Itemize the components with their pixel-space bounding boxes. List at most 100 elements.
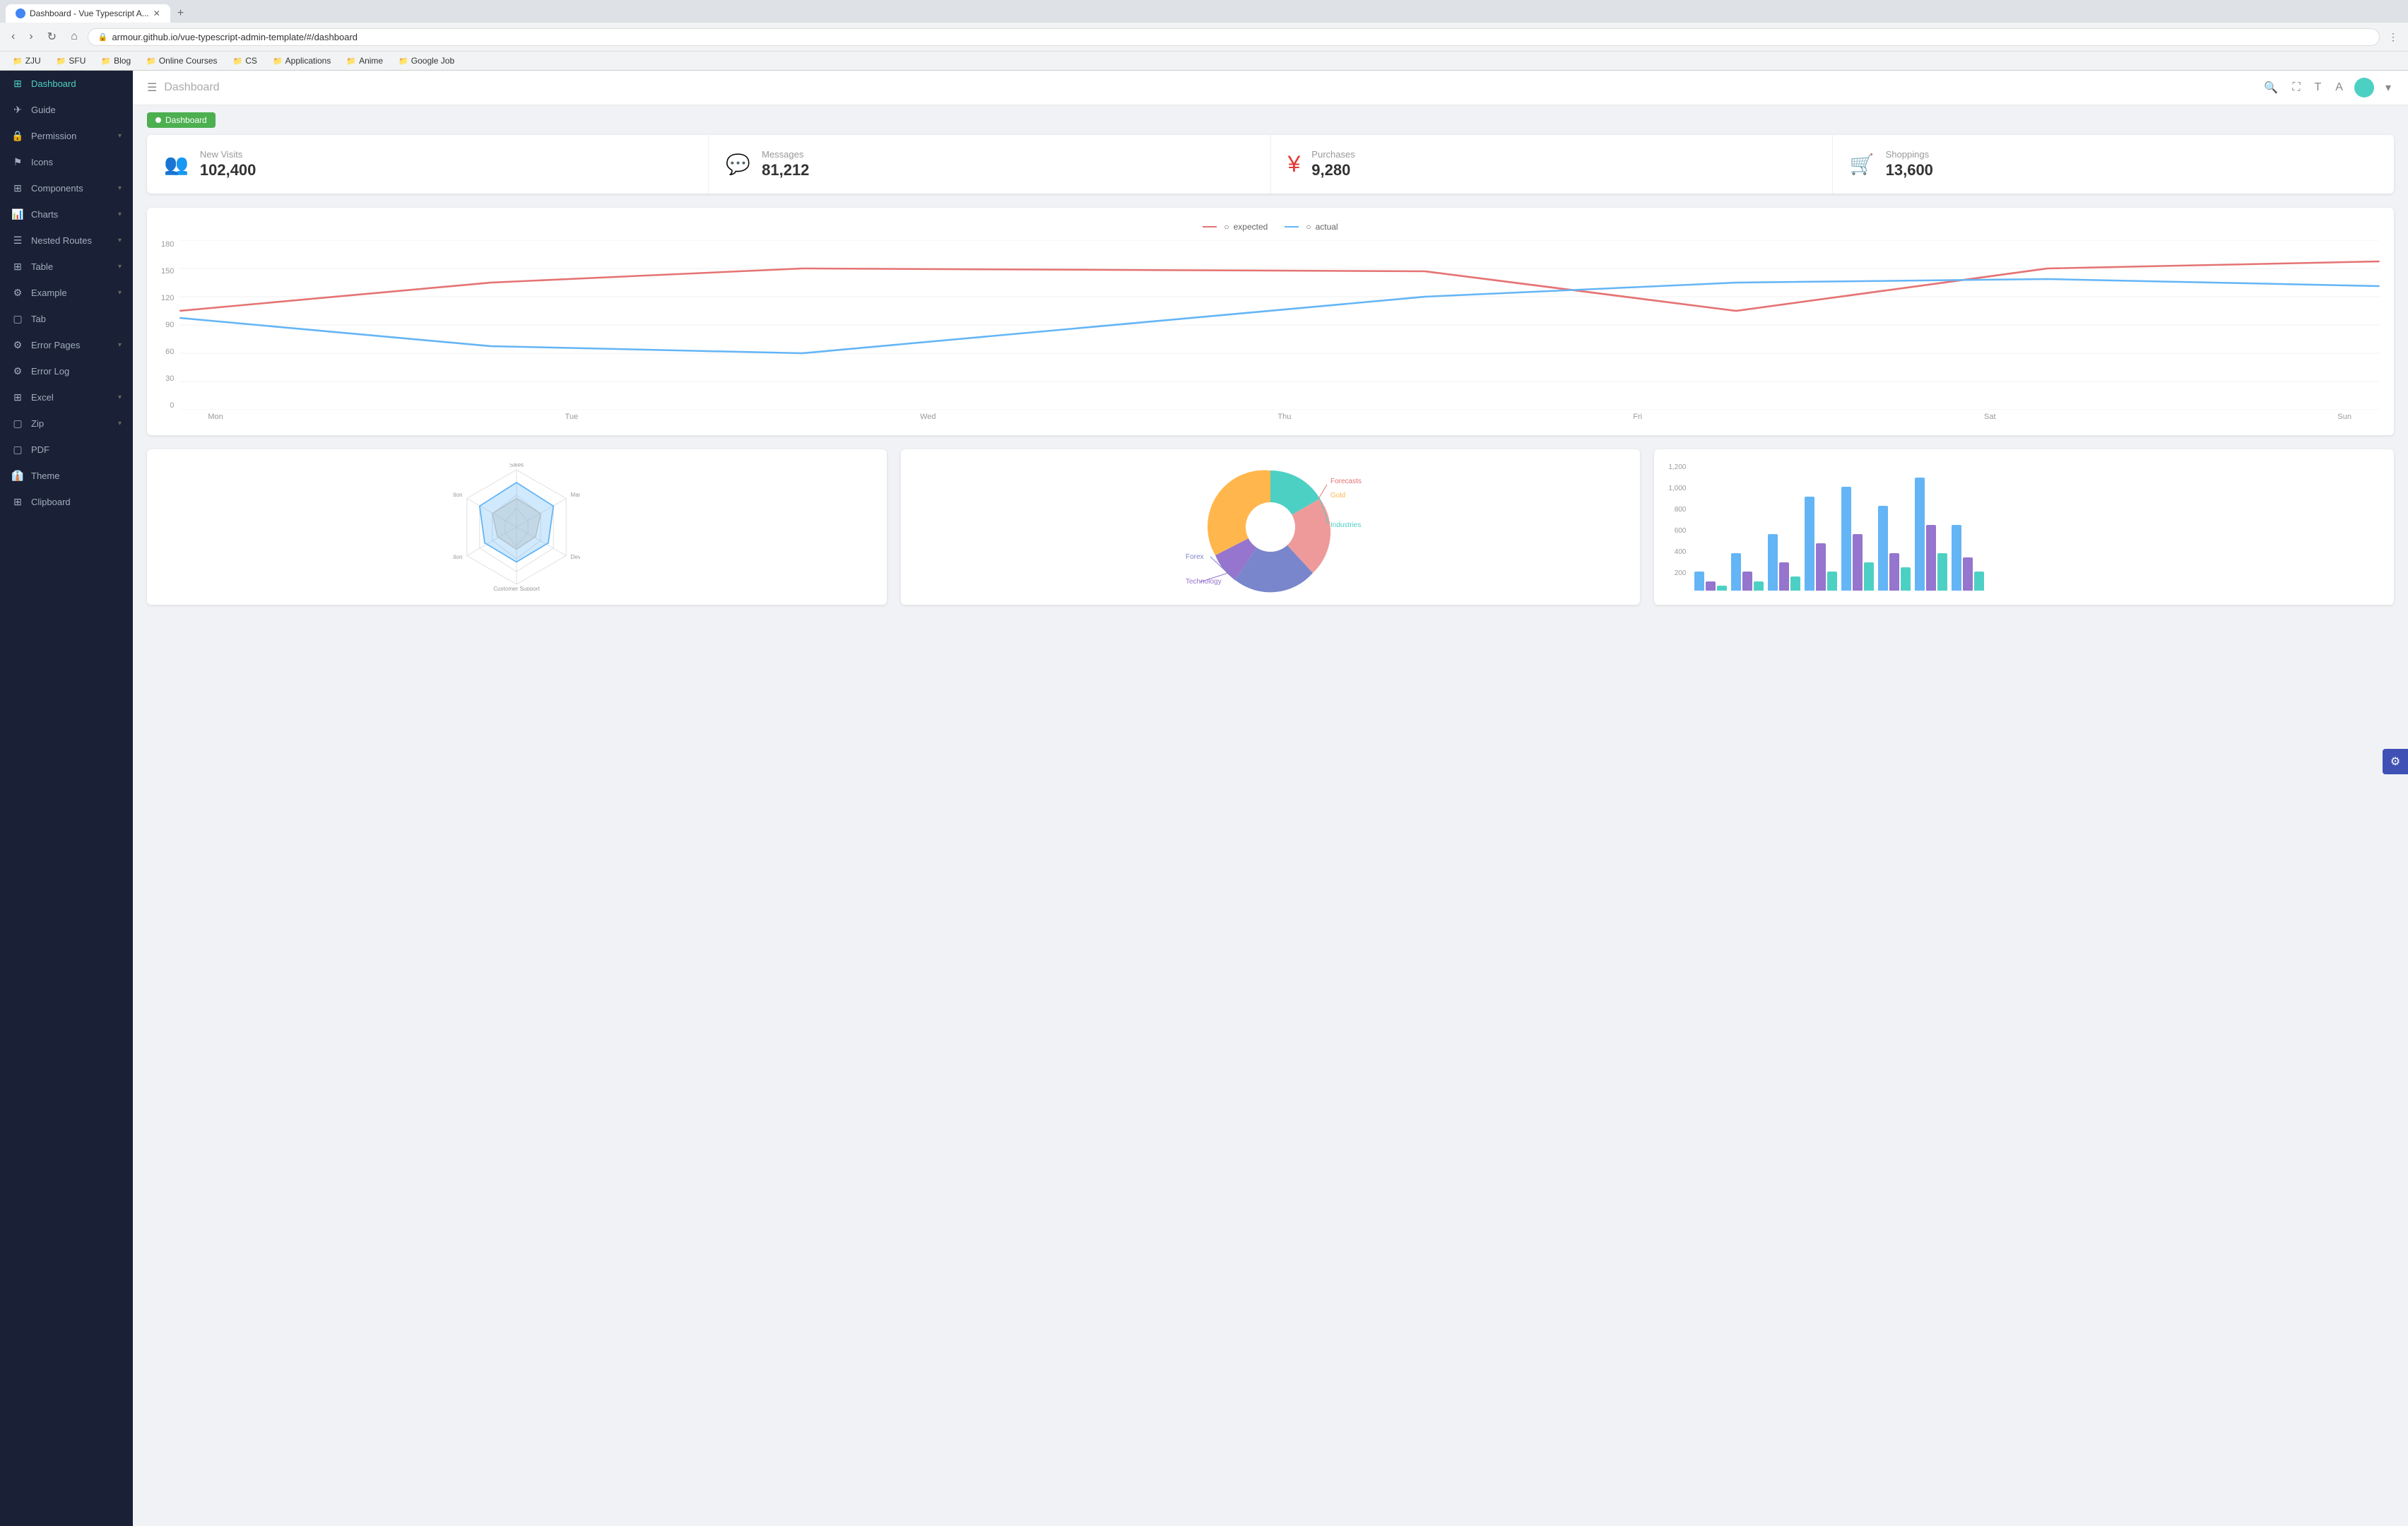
stat-info-messages: Messages 81,212 — [762, 149, 809, 179]
sidebar-item-nested-routes[interactable]: ☰ Nested Routes ▾ — [0, 227, 133, 254]
y-label-60: 60 — [161, 348, 174, 356]
breadcrumb-dot — [155, 117, 161, 123]
sidebar-item-theme[interactable]: 👔 Theme — [0, 463, 133, 489]
x-label-sun: Sun — [2337, 413, 2351, 421]
bar-chart-groups — [1694, 463, 2380, 591]
pdf-icon: ▢ — [11, 444, 24, 456]
chevron-components: ▾ — [118, 184, 122, 192]
bookmark-applications[interactable]: 📁Applications — [267, 54, 336, 67]
sidebar-label-error-log: Error Log — [31, 366, 122, 377]
bar-seg-4-1 — [1853, 534, 1863, 591]
radar-container: Sales Marketing Development Customer Sup… — [161, 463, 873, 591]
bookmark-anime[interactable]: 📁Anime — [341, 54, 389, 67]
settings-fab[interactable]: ⚙ — [2383, 749, 2408, 774]
accessibility-button[interactable]: A — [2332, 78, 2346, 97]
sidebar-label-guide: Guide — [31, 105, 122, 115]
tab-label: Dashboard - Vue Typescript A... — [30, 8, 149, 18]
sidebar-item-permission[interactable]: 🔒 Permission ▾ — [0, 123, 133, 149]
sidebar-label-excel: Excel — [31, 392, 111, 403]
tab-close-btn[interactable]: ✕ — [153, 8, 160, 18]
radar-chart-card: Sales Marketing Development Customer Sup… — [147, 449, 887, 605]
sidebar-label-table: Table — [31, 261, 111, 272]
bookmark-folder-icon: 📁 — [146, 57, 156, 66]
bar-y-800: 800 — [1668, 506, 1686, 514]
fullscreen-button[interactable]: ⛶ — [2289, 78, 2303, 97]
sidebar-label-dashboard: Dashboard — [31, 78, 122, 89]
address-text: armour.github.io/vue-typescript-admin-te… — [112, 32, 358, 42]
chart-body: Mon Tue Wed Thu Fri Sat Sun — [179, 240, 2380, 421]
stat-value-purchases: 9,280 — [1311, 161, 1354, 179]
pie-container: Forecasts Gold Industries Forex Technolo… — [915, 463, 1627, 591]
breadcrumb-bar: Dashboard — [133, 105, 2408, 135]
sidebar-item-tab[interactable]: ▢ Tab — [0, 306, 133, 332]
bar-seg-2-0 — [1768, 534, 1778, 591]
stat-card-purchases: ¥ Purchases 9,280 — [1271, 135, 1833, 194]
chart-with-y: 180 150 120 90 60 30 0 — [161, 240, 2380, 421]
sidebar-item-clipboard[interactable]: ⊞ Clipboard — [0, 489, 133, 515]
bar-seg-2-2 — [1790, 576, 1800, 591]
address-bar[interactable]: 🔒 armour.github.io/vue-typescript-admin-… — [88, 28, 2380, 46]
bookmark-cs[interactable]: 📁CS — [228, 54, 263, 67]
sidebar-label-error-pages: Error Pages — [31, 340, 111, 350]
sidebar-item-zip[interactable]: ▢ Zip ▾ — [0, 410, 133, 437]
sidebar-item-error-pages[interactable]: ⚙ Error Pages ▾ — [0, 332, 133, 358]
bookmark-zju[interactable]: 📁ZJU — [7, 54, 47, 67]
bar-y-200: 200 — [1668, 569, 1686, 577]
sidebar-item-guide[interactable]: ✈ Guide — [0, 97, 133, 123]
line-chart-svg — [179, 240, 2380, 410]
sidebar-label-permission: Permission — [31, 131, 111, 141]
sidebar-item-components[interactable]: ⊞ Components ▾ — [0, 175, 133, 201]
active-tab[interactable]: Dashboard - Vue Typescript A... ✕ — [6, 4, 170, 23]
stat-label-messages: Messages — [762, 149, 809, 160]
sidebar-item-icons[interactable]: ⚑ Icons — [0, 149, 133, 175]
bar-seg-0-2 — [1717, 586, 1727, 591]
bookmark-folder-icon: 📁 — [273, 57, 283, 66]
forward-button[interactable]: › — [25, 28, 37, 46]
bookmark-online-courses[interactable]: 📁Online Courses — [141, 54, 223, 67]
chevron-error-pages: ▾ — [118, 341, 122, 349]
extensions-button[interactable]: ⋮ — [2385, 28, 2401, 46]
reload-button[interactable]: ↻ — [43, 27, 61, 47]
line-chart — [179, 240, 2380, 410]
bar-seg-7-2 — [1974, 572, 1984, 591]
table-icon: ⊞ — [11, 261, 24, 273]
sidebar-item-dashboard[interactable]: ⊞ Dashboard — [0, 71, 133, 97]
bar-seg-3-1 — [1816, 543, 1826, 591]
x-label-tue: Tue — [565, 413, 579, 421]
avatar-button[interactable] — [2354, 78, 2374, 97]
stat-icon-messages: 💬 — [726, 153, 750, 176]
bookmark-folder-icon: 📁 — [13, 57, 23, 66]
bar-y-600: 600 — [1668, 527, 1686, 535]
search-button[interactable]: 🔍 — [2261, 78, 2281, 97]
svg-text:Marketing: Marketing — [571, 492, 581, 498]
sidebar-item-example[interactable]: ⚙ Example ▾ — [0, 280, 133, 306]
sidebar-item-table[interactable]: ⊞ Table ▾ — [0, 254, 133, 280]
bookmark-google-job[interactable]: 📁Google Job — [393, 54, 460, 67]
bar-y-1000: 1,000 — [1668, 485, 1686, 492]
bar-seg-1-2 — [1754, 581, 1764, 591]
sidebar-item-error-log[interactable]: ⚙ Error Log — [0, 358, 133, 384]
bookmark-sfu[interactable]: 📁SFU — [51, 54, 92, 67]
legend-expected-label: expected — [1234, 222, 1268, 232]
sidebar-item-excel[interactable]: ⊞ Excel ▾ — [0, 384, 133, 410]
tab-icon: ▢ — [11, 313, 24, 325]
nested-routes-icon: ☰ — [11, 235, 24, 247]
bar-seg-7-0 — [1952, 525, 1961, 591]
line-chart-section: ○ expected ○ actual 180 150 120 90 60 30… — [147, 208, 2394, 435]
bookmark-blog[interactable]: 📁Blog — [95, 54, 136, 67]
sidebar-label-theme: Theme — [31, 471, 122, 481]
back-button[interactable]: ‹ — [7, 28, 19, 46]
home-button[interactable]: ⌂ — [66, 28, 82, 46]
y-label-120: 120 — [161, 294, 174, 302]
stat-card-messages: 💬 Messages 81,212 — [709, 135, 1270, 194]
sidebar-item-pdf[interactable]: ▢ PDF — [0, 437, 133, 463]
stat-icon-purchases: ¥ — [1288, 151, 1301, 177]
dropdown-arrow[interactable]: ▾ — [2383, 78, 2394, 97]
clipboard-icon: ⊞ — [11, 496, 24, 508]
menu-icon[interactable]: ☰ — [147, 81, 157, 95]
sidebar-item-charts[interactable]: 📊 Charts ▾ — [0, 201, 133, 227]
new-tab-button[interactable]: + — [170, 4, 191, 23]
y-axis-labels: 180 150 120 90 60 30 0 — [161, 240, 179, 410]
text-size-button[interactable]: T — [2312, 78, 2325, 97]
dashboard-icon: ⊞ — [11, 78, 24, 90]
